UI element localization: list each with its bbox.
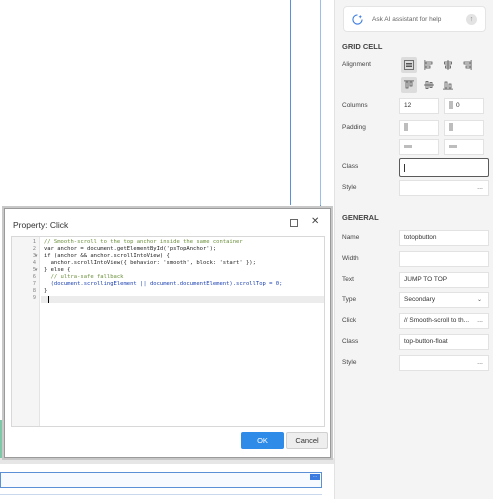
click-property-dialog: Property: Click ✕ 1 2 3 4 5 6 7 8 9 ▾ ▾ … bbox=[4, 208, 331, 458]
click-value: // Smooth-scroll to th... bbox=[404, 317, 470, 324]
type-select[interactable]: Secondary ⌄ bbox=[399, 292, 489, 308]
style-input[interactable]: ... bbox=[399, 355, 489, 371]
name-label: Name bbox=[342, 234, 360, 241]
align-right-icon bbox=[463, 60, 472, 70]
code-line: if (anchor && anchor.scrollIntoView) { bbox=[44, 253, 170, 259]
code-line: (document.scrollingElement || document.d… bbox=[44, 281, 283, 287]
alignment-label: Alignment bbox=[342, 61, 371, 68]
valign-top-icon bbox=[404, 80, 414, 89]
padding-right-input[interactable] bbox=[444, 120, 484, 136]
code-editor[interactable]: 1 2 3 4 5 6 7 8 9 ▾ ▾ // Smooth-scroll t… bbox=[11, 236, 325, 427]
padding-left-icon bbox=[404, 123, 408, 132]
dialog-title: Property: Click bbox=[13, 220, 69, 230]
valign-bottom-button[interactable] bbox=[440, 77, 456, 93]
align-stretch-icon bbox=[404, 60, 414, 70]
property-panel: Ask AI assistant for help ↑ GRID CELL Al… bbox=[334, 0, 493, 499]
code-line: } bbox=[44, 288, 48, 294]
offset-input[interactable]: 0 bbox=[444, 98, 484, 114]
editor-gutter: 1 2 3 4 5 6 7 8 9 ▾ ▾ bbox=[12, 237, 40, 426]
ai-assistant-input[interactable]: Ask AI assistant for help ↑ bbox=[343, 6, 486, 32]
fold-arrow-icon[interactable]: ▾ bbox=[35, 253, 38, 259]
code-line: var anchor = document.getElementById('ps… bbox=[44, 246, 217, 252]
padding-bottom-icon bbox=[449, 144, 457, 148]
align-center-button[interactable] bbox=[440, 57, 456, 73]
ai-assistant-placeholder: Ask AI assistant for help bbox=[372, 16, 442, 23]
line-number: 4 bbox=[32, 260, 36, 266]
line-number: 7 bbox=[32, 281, 36, 287]
offset-icon bbox=[449, 101, 453, 110]
selection-guide bbox=[320, 0, 321, 205]
chevron-down-icon: ⌄ bbox=[476, 297, 482, 303]
line-number: 9 bbox=[32, 295, 36, 301]
class-value: top-button-float bbox=[404, 338, 448, 345]
columns-value: 12 bbox=[404, 102, 412, 109]
fold-arrow-icon[interactable]: ▾ bbox=[35, 267, 38, 273]
type-label: Type bbox=[342, 296, 357, 303]
click-input[interactable]: // Smooth-scroll to th... ... bbox=[399, 313, 489, 329]
send-arrow-icon[interactable]: ↑ bbox=[466, 14, 477, 25]
grid-class-label: Class bbox=[342, 163, 359, 170]
ok-button[interactable]: OK bbox=[241, 432, 284, 449]
code-line: // Smooth-scroll to the top anchor insid… bbox=[44, 239, 243, 245]
valign-top-button[interactable] bbox=[401, 77, 417, 93]
grid-cell-section-title: GRID CELL bbox=[342, 42, 383, 51]
selection-guide bbox=[290, 0, 291, 205]
editor-caret bbox=[48, 296, 49, 303]
offset-value: 0 bbox=[456, 102, 460, 109]
active-line-highlight bbox=[41, 296, 324, 303]
columns-label: Columns bbox=[342, 102, 368, 109]
text-input[interactable]: JUMP TO TOP bbox=[399, 272, 489, 288]
canvas-divider bbox=[0, 494, 322, 495]
cell-handle-icon[interactable]: ⋯ bbox=[310, 474, 320, 480]
class-label: Class bbox=[342, 338, 359, 345]
selected-grid-cell[interactable]: ⋯ bbox=[0, 472, 322, 488]
maximize-icon[interactable] bbox=[290, 219, 298, 227]
grid-style-label: Style bbox=[342, 184, 357, 191]
text-value: JUMP TO TOP bbox=[404, 276, 448, 283]
columns-input[interactable]: 12 bbox=[399, 98, 439, 114]
code-line: anchor.scrollIntoView({ behavior: 'smoot… bbox=[44, 260, 256, 266]
valign-middle-button[interactable] bbox=[421, 77, 437, 93]
code-line: } else { bbox=[44, 267, 71, 273]
click-label: Click bbox=[342, 317, 357, 324]
grid-style-input[interactable]: ... bbox=[399, 180, 489, 196]
padding-left-input[interactable] bbox=[399, 120, 439, 136]
line-number: 8 bbox=[32, 288, 36, 294]
grid-class-input[interactable] bbox=[399, 158, 489, 177]
style-label: Style bbox=[342, 359, 357, 366]
class-input[interactable]: top-button-float bbox=[399, 334, 489, 350]
type-value: Secondary bbox=[404, 296, 436, 303]
padding-top-icon bbox=[404, 144, 412, 148]
grid-style-more-button[interactable]: ... bbox=[477, 181, 483, 195]
general-section-title: GENERAL bbox=[342, 213, 379, 222]
align-left-icon bbox=[424, 60, 433, 70]
width-label: Width bbox=[342, 255, 359, 262]
text-label: Text bbox=[342, 276, 354, 283]
valign-bottom-icon bbox=[443, 81, 453, 90]
padding-label: Padding bbox=[342, 124, 366, 131]
line-number: 2 bbox=[32, 246, 36, 252]
valign-middle-icon bbox=[424, 81, 434, 89]
width-input[interactable] bbox=[399, 251, 489, 267]
name-input[interactable]: totopbutton bbox=[399, 230, 489, 246]
code-line: // ultra-safe fallback bbox=[44, 274, 124, 280]
padding-top-input[interactable] bbox=[399, 139, 439, 155]
name-value: totopbutton bbox=[404, 234, 437, 241]
canvas-divider bbox=[0, 458, 334, 464]
close-icon[interactable]: ✕ bbox=[311, 216, 319, 227]
cancel-button[interactable]: Cancel bbox=[286, 432, 328, 449]
click-more-button[interactable]: ... bbox=[477, 314, 483, 328]
align-left-button[interactable] bbox=[421, 57, 437, 73]
ai-sparkle-icon bbox=[352, 14, 363, 25]
align-center-icon bbox=[444, 60, 452, 70]
line-number: 1 bbox=[32, 239, 36, 245]
line-number: 6 bbox=[32, 274, 36, 280]
style-more-button[interactable]: ... bbox=[477, 356, 483, 370]
padding-bottom-input[interactable] bbox=[444, 139, 484, 155]
padding-right-icon bbox=[449, 123, 453, 132]
text-caret bbox=[404, 164, 405, 172]
align-right-button[interactable] bbox=[459, 57, 475, 73]
align-stretch-button[interactable] bbox=[401, 57, 417, 73]
